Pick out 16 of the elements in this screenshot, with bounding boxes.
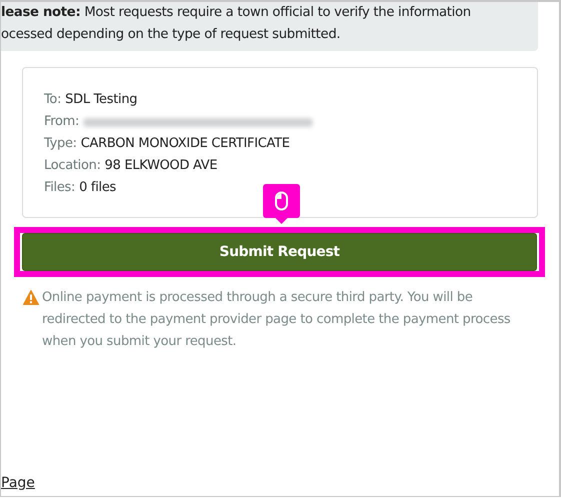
payment-notice: Online payment is processed through a secure third party. You will be redirected to the payment provider page to complete the payment process when you submit your request. [42, 289, 512, 351]
field-label: Files: [44, 179, 76, 197]
field-value: SDL Testing [65, 91, 138, 109]
field-label: Type: [44, 135, 77, 153]
mouse-click-icon [263, 184, 300, 224]
note-text: ocessed depending on the type of request submitted. [1, 26, 340, 44]
field-label: From: [44, 113, 80, 131]
field-value: 98 ELKWOOD AVE [104, 157, 218, 175]
field-label: To: [44, 91, 62, 109]
note-text: lease note: Most requests require a town official to verify the information [1, 4, 471, 22]
field-value: CARBON MONOXIDE CERTIFICATE [80, 135, 290, 153]
field-label: Location: [44, 157, 101, 175]
submit-button[interactable]: Submit Request [22, 233, 537, 271]
page-link[interactable]: Page [1, 475, 35, 491]
field-value: 0 files [79, 179, 116, 197]
warning-icon [23, 290, 39, 305]
